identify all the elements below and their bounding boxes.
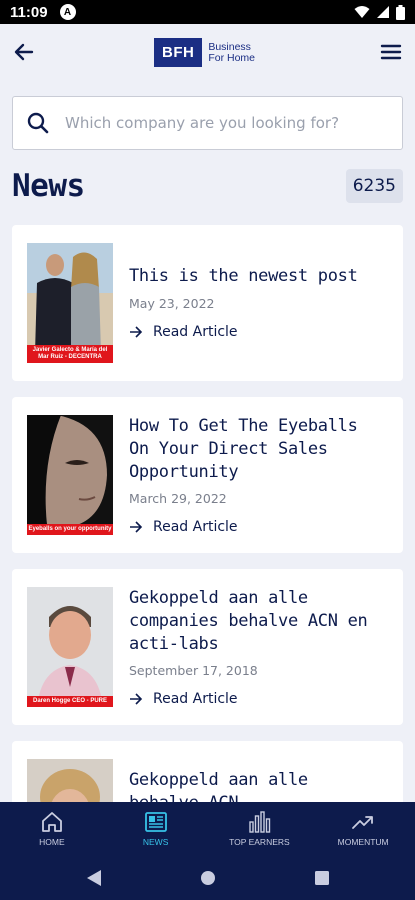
app-bar: BFH Business For Home: [0, 24, 415, 80]
arrow-right-icon: [130, 326, 143, 338]
hamburger-menu-icon[interactable]: [379, 40, 403, 64]
read-article-label: Read Article: [153, 519, 238, 535]
nav-top-earners-label: TOP EARNERS: [229, 837, 290, 847]
article-date: September 17, 2018: [129, 663, 258, 678]
woman-face-image: [27, 415, 113, 535]
arrow-right-icon: [130, 693, 143, 705]
bfh-logo[interactable]: BFH Business For Home: [154, 38, 255, 67]
thumbnail-caption: Daren Hogge CEO - PURE: [27, 696, 113, 707]
signal-icon: [377, 6, 389, 18]
search-box[interactable]: [12, 96, 403, 150]
nav-top-earners[interactable]: TOP EARNERS: [208, 802, 312, 856]
page-title: News: [12, 168, 85, 204]
status-bar: 11:09 A: [0, 0, 415, 24]
back-arrow-icon[interactable]: [12, 40, 36, 64]
system-back-icon[interactable]: [86, 869, 102, 887]
read-article-link[interactable]: Read Article: [129, 519, 238, 535]
article-thumbnail[interactable]: Javier Galecto & María del Mar Ruiz - DE…: [27, 243, 113, 363]
status-time: 11:09: [10, 3, 48, 21]
news-card[interactable]: Eyeballs on your opportunity How To Get …: [12, 397, 403, 553]
nav-home-label: HOME: [39, 837, 65, 847]
article-title[interactable]: Gekoppeld aan alle companies behalve ACN…: [129, 587, 369, 656]
news-card[interactable]: Daren Hogge CEO - PURE Gekoppeld aan all…: [12, 569, 403, 725]
thumbnail-caption: Eyeballs on your opportunity: [27, 524, 113, 535]
logo-mark: BFH: [154, 38, 203, 67]
search-icon: [27, 112, 49, 134]
nav-momentum[interactable]: MOMENTUM: [311, 802, 415, 856]
nav-news-label: NEWS: [142, 837, 169, 847]
article-title[interactable]: This is the newest post: [129, 265, 369, 288]
news-card[interactable]: Gekoppeld aan alle behalve ACN: [12, 741, 403, 811]
battery-icon: [396, 4, 405, 20]
article-date: May 23, 2022: [129, 296, 215, 311]
nav-momentum-label: MOMENTUM: [337, 837, 389, 847]
read-article-label: Read Article: [153, 324, 238, 340]
read-article-label: Read Article: [153, 691, 238, 707]
bottom-navigation: HOME NEWS TOP EARNERS MOMENTUM: [0, 802, 415, 856]
article-thumbnail[interactable]: Eyeballs on your opportunity: [27, 415, 113, 535]
read-article-link[interactable]: Read Article: [129, 324, 238, 340]
arrow-right-icon: [130, 521, 143, 533]
notification-badge-icon: A: [59, 4, 76, 20]
logo-text: Business For Home: [208, 41, 256, 64]
home-icon: [41, 812, 62, 832]
article-thumbnail[interactable]: Daren Hogge CEO - PURE: [27, 587, 113, 707]
man-portrait-image: [27, 587, 113, 707]
thumbnail-caption: Javier Galecto & María del Mar Ruiz - DE…: [27, 345, 113, 363]
article-date: March 29, 2022: [129, 491, 227, 506]
news-count-badge: 6235: [345, 169, 403, 203]
wifi-icon: [354, 6, 370, 18]
system-recents-icon[interactable]: [314, 870, 330, 886]
nav-news[interactable]: NEWS: [104, 802, 208, 856]
bar-chart-icon: [249, 811, 271, 833]
news-icon: [144, 812, 167, 832]
nav-home[interactable]: HOME: [0, 802, 104, 856]
article-title[interactable]: How To Get The Eyeballs On Your Direct S…: [129, 415, 369, 484]
system-home-icon[interactable]: [200, 870, 216, 886]
search-input[interactable]: [65, 114, 365, 132]
logo-line-2: For Home: [208, 51, 256, 64]
system-navigation-bar: [0, 856, 415, 900]
read-article-link[interactable]: Read Article: [129, 691, 238, 707]
trending-up-icon: [352, 816, 374, 829]
news-card[interactable]: Javier Galecto & María del Mar Ruiz - DE…: [12, 225, 403, 381]
